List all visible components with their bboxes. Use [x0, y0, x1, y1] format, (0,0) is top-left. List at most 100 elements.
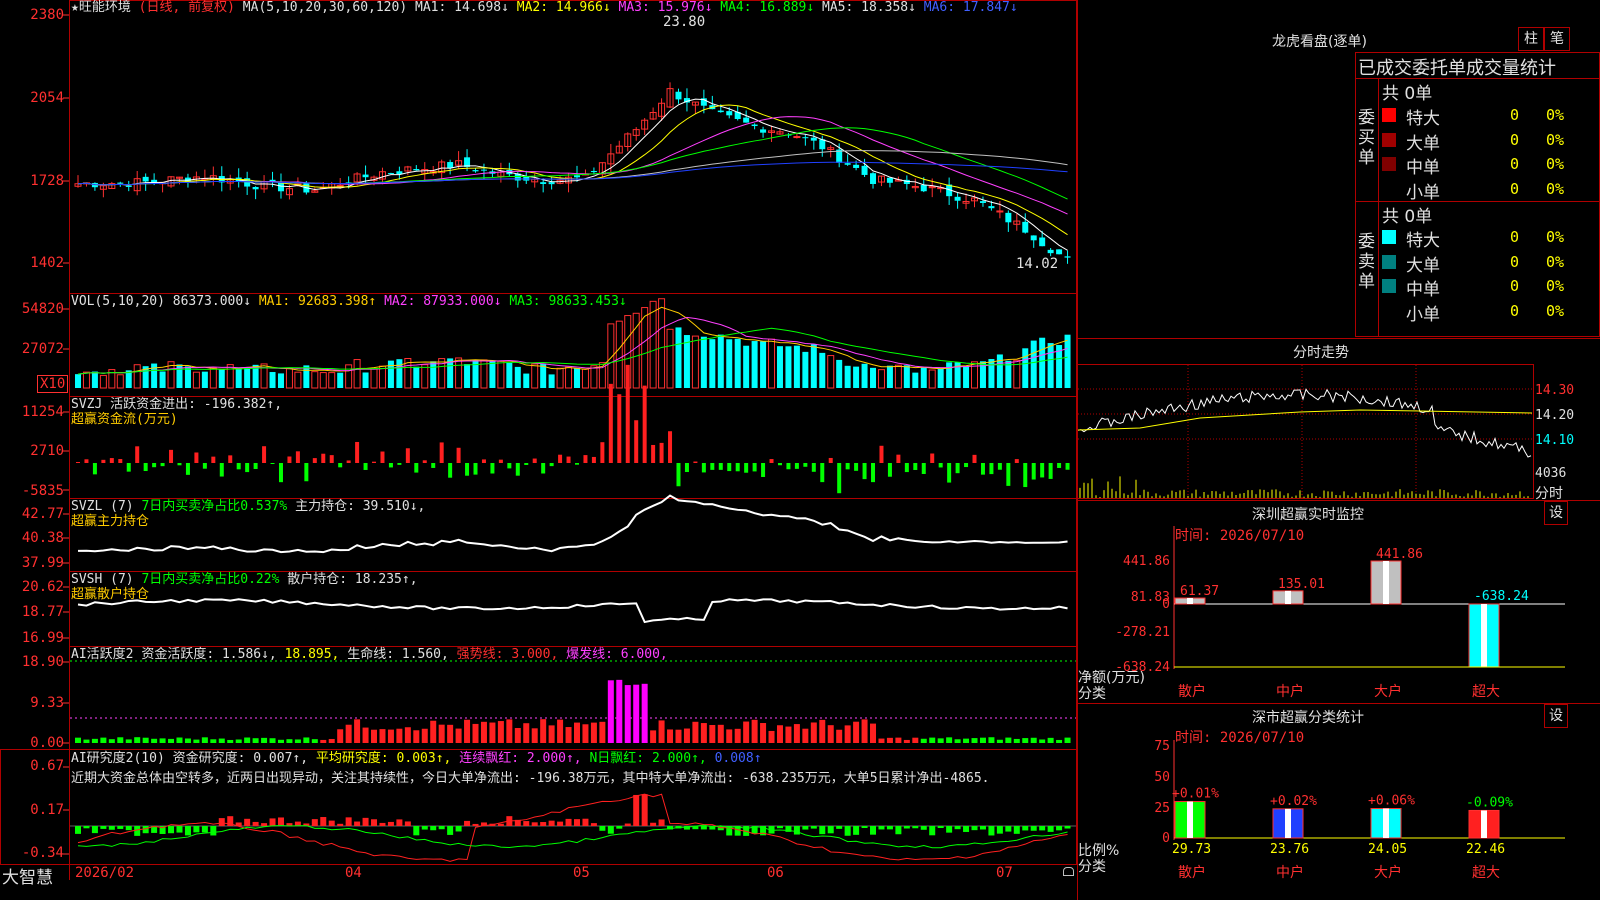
- svzj-bar: [143, 463, 148, 472]
- vol-ma2: MA2: 87933.000↓: [384, 294, 502, 309]
- candle-down: [590, 170, 597, 173]
- ai-activity-bar: [776, 725, 783, 743]
- ai-research-bar: [878, 826, 885, 830]
- svzj-bar: [752, 463, 757, 472]
- ai-research-bar: [345, 817, 352, 826]
- svzj-bar: [152, 463, 157, 468]
- ai-activity-bar: [650, 730, 657, 743]
- ai-activity-bar: [286, 739, 293, 743]
- volume-bar-down: [413, 366, 420, 388]
- ai-activity-bar: [886, 737, 893, 743]
- volume-bar-up: [328, 372, 336, 389]
- buy_rows-count-0: 0: [1510, 106, 1520, 124]
- ai-activity-bar: [294, 739, 301, 743]
- svzj-bar: [380, 451, 385, 463]
- volume-bar-down: [946, 362, 953, 388]
- ai-activity-bar: [641, 683, 648, 743]
- ai-research-bar: [979, 826, 986, 830]
- ai-research-bar: [387, 821, 394, 826]
- ai-activity-bar: [489, 722, 496, 743]
- svzj-bar: [668, 431, 673, 463]
- dragon-col-divider: [1378, 78, 1379, 337]
- volume-bar-up: [99, 374, 107, 389]
- pen-view-button[interactable]: 笔: [1544, 27, 1570, 51]
- volume-bar-down: [912, 372, 919, 388]
- volume-bar-up: [928, 369, 936, 389]
- stock-name[interactable]: ★旺能环境: [71, 0, 131, 15]
- svzl-axis-1: 42.77: [21, 506, 64, 522]
- svzj-bar: [845, 463, 850, 470]
- ai-research-bar: [650, 822, 657, 826]
- svzj-bar: [448, 463, 453, 478]
- volume-bar-up: [581, 368, 589, 389]
- dragon-tabs[interactable]: 已成交委托单成交量统计: [1358, 54, 1556, 80]
- monitor-category-label: 散户: [1178, 683, 1206, 700]
- class-category-label: 超大: [1472, 865, 1500, 881]
- svzj-bar: [693, 461, 698, 463]
- svzj-bar: [295, 451, 300, 463]
- svzj-axis-3: -5835: [21, 483, 64, 499]
- svzj-bar: [498, 459, 503, 463]
- ai1-axis-3: 0.00: [30, 735, 64, 751]
- candle-down: [472, 170, 479, 172]
- ai1-axis-1: 18.90: [21, 654, 64, 670]
- ai-activity-bar: [853, 721, 860, 743]
- svzj-bar: [659, 442, 664, 463]
- monitor-value-label: 135.01: [1278, 577, 1325, 592]
- volume-bar-down: [819, 352, 826, 388]
- volume-bar-up: [556, 367, 564, 389]
- volume-bar-up: [294, 371, 302, 389]
- vol-unit-badge: X10: [37, 375, 69, 393]
- svzj-bar: [727, 463, 732, 472]
- volume-bar-down: [810, 344, 817, 388]
- ai-activity-bar: [277, 739, 284, 743]
- ai2-e: 0.008↑: [714, 751, 762, 766]
- ma5-value: MA5: 18.358↓: [822, 0, 916, 15]
- buy-total: 共 0单: [1382, 84, 1433, 104]
- svzj-bar: [84, 459, 89, 463]
- volume-bar-down: [937, 368, 944, 388]
- ai-research-bar: [1064, 826, 1071, 829]
- class-time: 时间: 2026/07/10: [1175, 730, 1305, 746]
- ai-research-bar: [125, 826, 132, 831]
- svzj-bar: [439, 442, 444, 463]
- ai-activity-bar: [1022, 738, 1029, 743]
- svzj-bar: [1023, 463, 1028, 488]
- candle-down: [447, 162, 454, 169]
- svzj-bar: [854, 463, 859, 471]
- svzj-bar: [304, 463, 309, 482]
- svzj-label: SVZJ 活跃资金进出: -196.382↑,: [71, 397, 283, 412]
- svzj-bar: [1031, 463, 1036, 480]
- monitor-settings-button[interactable]: 设: [1544, 501, 1568, 525]
- svzj-bar: [372, 461, 377, 463]
- ai-research-bar: [996, 826, 1003, 834]
- svzl-header: SVZL (7) 7日内买卖净占比0.537% 主力持仓: 39.510↓,: [71, 499, 425, 515]
- class-bar-highlight: [1187, 801, 1193, 838]
- svzj-bar: [591, 456, 596, 463]
- intraday-frame[interactable]: [1077, 364, 1534, 499]
- svsh-axis-1: 20.62: [21, 579, 64, 595]
- ai-activity-bar: [227, 739, 234, 743]
- ai-activity-bar: [1039, 739, 1046, 743]
- ai-activity-bar: [100, 737, 107, 743]
- ai-activity-bar: [903, 739, 910, 743]
- svzj-bar: [904, 463, 909, 473]
- ai-activity-bar: [760, 723, 767, 743]
- ai-activity-bar: [387, 729, 394, 743]
- sell_rows-name-0: 特大: [1406, 231, 1440, 251]
- sell_rows-name-2: 中单: [1406, 280, 1440, 300]
- svzj-axis-2: 2710: [30, 443, 64, 459]
- ai-activity-bar: [142, 737, 149, 743]
- ai1-a: 资金活跃度: 1.586↓,: [141, 647, 277, 662]
- svzj-bar: [820, 463, 825, 483]
- volume-bar-down: [700, 336, 707, 388]
- class-settings-button[interactable]: 设: [1544, 704, 1568, 728]
- ai-research-avg-line: [77, 824, 1068, 849]
- bar-view-button[interactable]: 柱: [1518, 27, 1544, 51]
- ai-activity-bar: [937, 738, 944, 743]
- lock-icon[interactable]: [1063, 867, 1074, 876]
- svzj-bar: [769, 459, 774, 463]
- svzj-bar: [541, 463, 546, 474]
- svzj-bar: [930, 453, 935, 463]
- svzj-axis-1: 11254: [21, 404, 64, 420]
